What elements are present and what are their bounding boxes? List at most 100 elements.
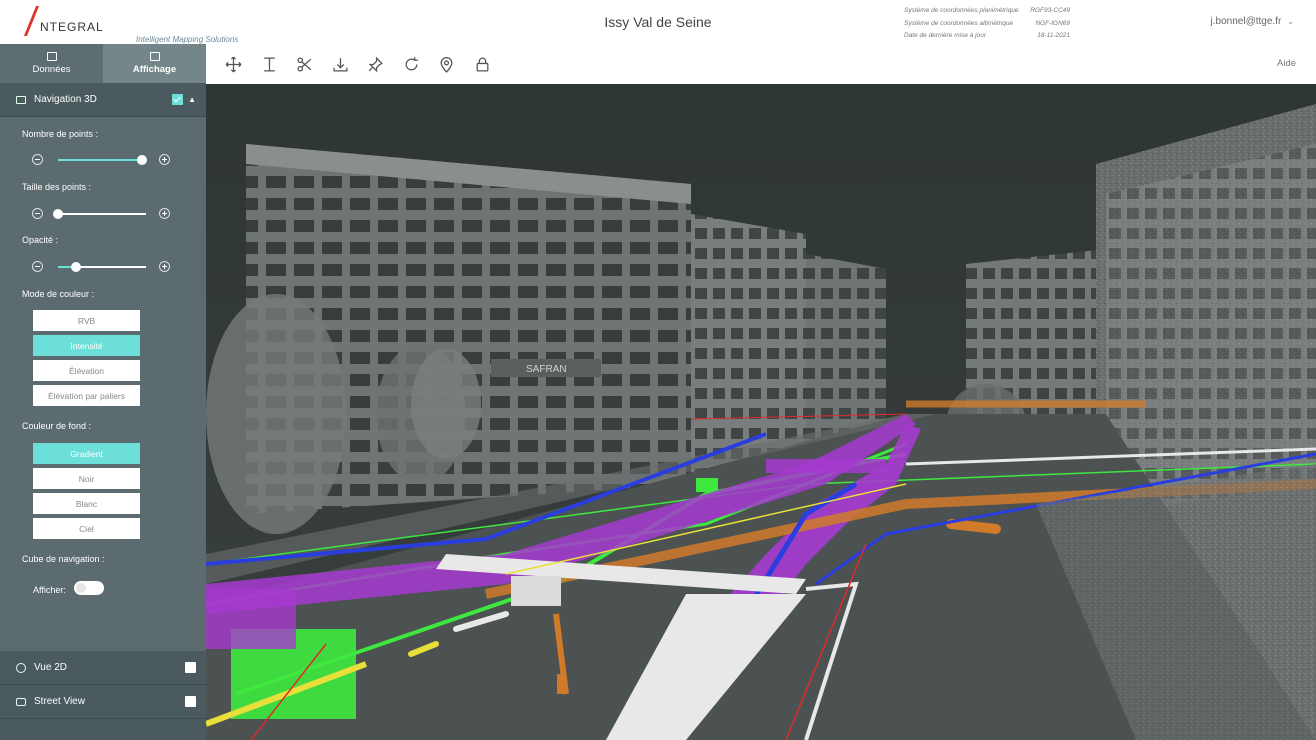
green-junction [696,478,718,492]
slider-track[interactable] [58,262,146,272]
section-label: Street View [34,696,85,707]
pin-icon [368,56,384,72]
show-cube-toggle[interactable] [74,581,104,595]
height-measure-button[interactable] [252,52,288,76]
bg-ciel[interactable]: Ciel [33,518,140,539]
user-menu[interactable]: j.bonnel@ttge.fr ⌄ [1211,16,1294,27]
move-icon [225,56,242,72]
tab-affichage[interactable]: Affichage [103,44,206,83]
color-mode-label: Mode de couleur : [22,289,95,299]
point-size-slider[interactable] [32,207,172,221]
color-mode-rvb[interactable]: RVB [33,310,140,331]
rotate-button[interactable] [394,52,430,76]
opacity-label: Opacité : [22,235,59,245]
meta-row-update-date: Date de dernière mise à jour 18-11-2021 [904,30,1070,43]
purple-cross [766,459,886,473]
help-link[interactable]: Aide [1277,58,1296,69]
project-metadata: Système de coordonnées planimétrique RGF… [904,5,1070,43]
cut-tool-button[interactable] [287,52,323,76]
navigation-cube-label: Cube de navigation : [22,554,105,564]
location-button[interactable] [429,52,465,76]
show-cube-label: Afficher: [33,585,66,595]
meta-row-planimetric: Système de coordonnées planimétrique RGF… [904,5,1070,18]
navigation-3d-panel: Nombre de points : Taille des points : O… [0,117,206,651]
section-label: Vue 2D [34,662,67,673]
pin-button[interactable] [358,52,394,76]
points-count-slider[interactable] [32,153,172,167]
image-icon [16,95,26,104]
background-color-label: Couleur de fond : [22,421,92,431]
plus-circle-icon[interactable] [159,208,170,219]
camera-icon [16,697,26,706]
bg-noir[interactable]: Noir [33,468,140,489]
purple-chamber [206,589,296,649]
point-size-label: Taille des points : [22,182,92,192]
viewer-toolbar: Aide [206,44,1316,84]
white-chamber [511,576,561,606]
download-button[interactable] [323,52,359,76]
minus-circle-icon[interactable] [32,154,43,165]
minus-circle-icon[interactable] [32,208,43,219]
lock-button[interactable] [465,52,501,76]
sidebar-tabs: Données Affichage [0,44,206,83]
tab-label: Affichage [132,64,177,75]
section-navigation-3d[interactable]: Navigation 3D ▲ [0,83,206,117]
bg-gradient[interactable]: Gradient [33,443,140,464]
section-label: Navigation 3D [34,94,97,105]
tree-left-3 [411,349,481,459]
street-view-checkbox[interactable] [185,696,196,707]
vue-2d-checkbox[interactable] [185,662,196,673]
lock-icon [476,57,489,72]
slider-thumb[interactable] [136,155,147,165]
navigation-3d-checkbox[interactable] [172,94,184,105]
color-mode-intensite[interactable]: Intensité [33,335,140,356]
opacity-slider[interactable] [32,260,172,274]
color-mode-elevation[interactable]: Élévation [33,360,140,381]
move-tool-button[interactable] [216,52,252,76]
integral-logo[interactable]: NTEGRAL Intelligent Mapping Solutions [16,6,238,44]
app-header: NTEGRAL Intelligent Mapping Solutions Is… [0,0,1316,44]
chevron-down-icon: ⌄ [1287,17,1294,26]
meta-value: NGF-IGN69 [1035,19,1070,27]
slider-fill [58,159,142,161]
point-cloud-viewer[interactable]: SAFRAN [206,84,1316,740]
meta-label: Système de coordonnées altimétrique [904,19,1014,27]
user-email: j.bonnel@ttge.fr [1210,16,1282,27]
section-vue-2d[interactable]: Vue 2D [0,651,206,685]
sidebar: Données Affichage Navigation 3D ▲ Nombre… [0,44,206,740]
color-mode-elevation-paliers[interactable]: Élévation par paliers [33,385,140,406]
meta-value: 18-11-2021 [1037,32,1070,39]
point-cloud-scene: SAFRAN [206,84,1316,740]
meta-value: RGF93-CC49 [1030,7,1070,14]
logo-slash-mark [23,6,40,36]
height-measure-icon [263,56,275,72]
tree-left [206,294,346,534]
logo-text: NTEGRAL [40,20,104,34]
download-icon [333,57,348,72]
rotate-icon [405,56,418,70]
safran-sign: SAFRAN [526,364,567,375]
slider-thumb[interactable] [70,262,81,272]
logo-tagline: Intelligent Mapping Solutions [136,35,239,44]
slider-track[interactable] [53,209,146,219]
document-icon [46,52,57,61]
meta-label: Système de coordonnées planimétrique [904,7,1019,14]
plus-circle-icon[interactable] [159,154,170,165]
points-count-label: Nombre de points : [22,129,99,139]
slider-thumb[interactable] [53,209,63,219]
plus-circle-icon[interactable] [159,261,170,272]
scissors-icon [297,56,312,72]
orange-pipe-end [946,519,1001,534]
tab-donnees[interactable]: Données [0,44,103,83]
tab-label: Données [32,64,71,75]
meta-label: Date de dernière mise à jour [904,32,987,39]
slider-track[interactable] [58,155,147,165]
globe-icon [16,662,26,673]
meta-row-altimetric: Système de coordonnées altimétrique NGF-… [904,18,1070,31]
monitor-icon [149,52,160,61]
section-street-view[interactable]: Street View [0,685,206,719]
location-icon [440,56,453,73]
chevron-up-icon[interactable]: ▲ [188,95,196,104]
minus-circle-icon[interactable] [32,261,43,272]
bg-blanc[interactable]: Blanc [33,493,140,514]
